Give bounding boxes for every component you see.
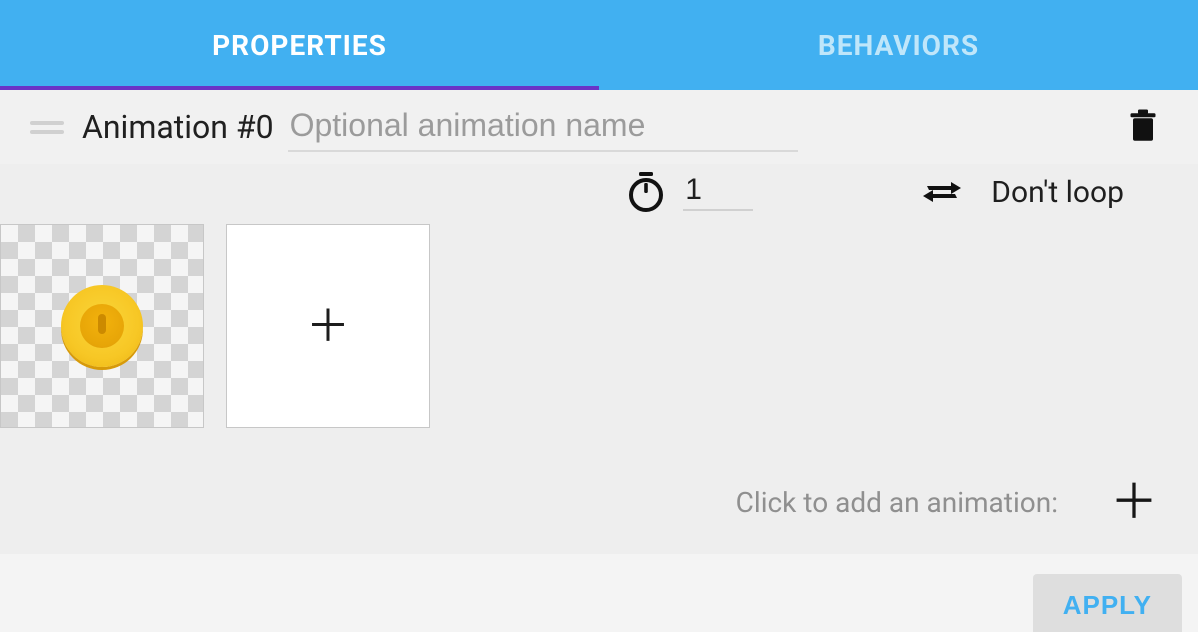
- add-frame-button[interactable]: ＋: [226, 224, 430, 428]
- tab-behaviors[interactable]: BEHAVIORS: [599, 0, 1198, 90]
- animation-title: Animation #0: [82, 108, 274, 146]
- add-animation-hint: Click to add an animation:: [736, 486, 1058, 519]
- tab-properties[interactable]: PROPERTIES: [0, 0, 599, 90]
- tab-bar: PROPERTIES BEHAVIORS: [0, 0, 1198, 90]
- animation-name-field-wrap: [288, 103, 798, 152]
- add-animation-row: Click to add an animation: ＋: [0, 430, 1198, 554]
- apply-button[interactable]: APPLY: [1033, 574, 1182, 632]
- tab-properties-label: PROPERTIES: [212, 29, 387, 62]
- stopwatch-icon: [627, 171, 665, 213]
- tab-behaviors-label: BEHAVIORS: [818, 29, 979, 62]
- drag-handle-icon[interactable]: [30, 121, 64, 134]
- coin-sprite-icon: [1, 225, 203, 427]
- loop-label: Don't loop: [991, 175, 1124, 210]
- add-animation-button[interactable]: ＋: [1110, 478, 1158, 526]
- apply-button-label: APPLY: [1063, 590, 1152, 620]
- frame-duration-group: [627, 171, 753, 213]
- plus-icon: ＋: [306, 304, 350, 348]
- frame-duration-input[interactable]: [683, 173, 753, 211]
- footer: APPLY: [0, 554, 1198, 632]
- animation-header: Animation #0: [0, 90, 1198, 164]
- animation-settings-row: Don't loop: [0, 164, 1198, 224]
- delete-animation-button[interactable]: [1128, 109, 1158, 145]
- frame-thumbnail[interactable]: [0, 224, 204, 428]
- frames-strip: ＋: [0, 224, 1198, 430]
- loop-toggle[interactable]: Don't loop: [921, 174, 1124, 210]
- loop-icon: [921, 174, 963, 210]
- animation-name-input[interactable]: [288, 103, 798, 152]
- trash-icon: [1128, 109, 1158, 145]
